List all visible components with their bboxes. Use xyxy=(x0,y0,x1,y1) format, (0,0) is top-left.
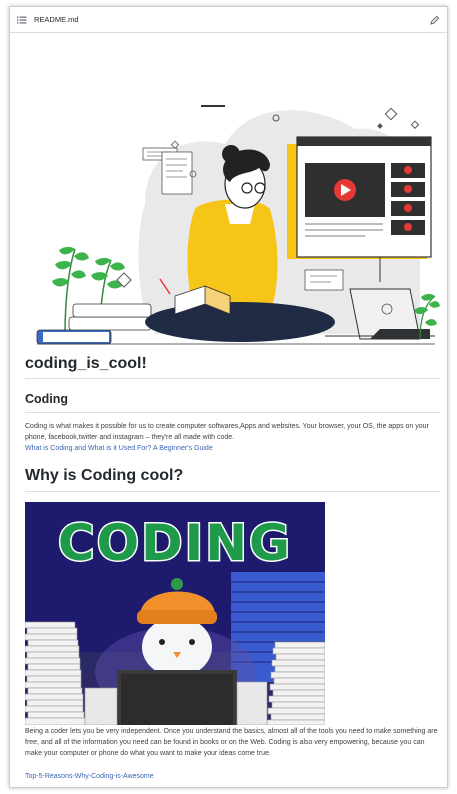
why-link[interactable]: Top-5-Reasons-Why-Coding-is-Awesome xyxy=(25,772,154,782)
pencil-icon[interactable] xyxy=(430,15,440,25)
why-paragraph: Being a coder lets you be very independe… xyxy=(25,728,438,757)
intro-paragraph: Coding is what makes it possible for us … xyxy=(25,423,429,441)
list-icon[interactable] xyxy=(17,15,27,25)
file-name: README.md xyxy=(34,15,79,24)
section-heading-coding: Coding xyxy=(25,391,440,413)
gif-text: CODING xyxy=(58,514,292,572)
coding-illustration xyxy=(36,105,440,345)
readme-panel: README.md coding_is_cool! Coding Coding … xyxy=(9,6,448,788)
coding-gif: CODING xyxy=(25,502,325,725)
section-heading-why: Why is Coding cool? xyxy=(25,466,440,492)
readme-header: README.md xyxy=(10,7,447,33)
intro-link[interactable]: What is Coding and What is it Used For? … xyxy=(25,444,213,454)
readme-title: coding_is_cool! xyxy=(25,354,440,379)
